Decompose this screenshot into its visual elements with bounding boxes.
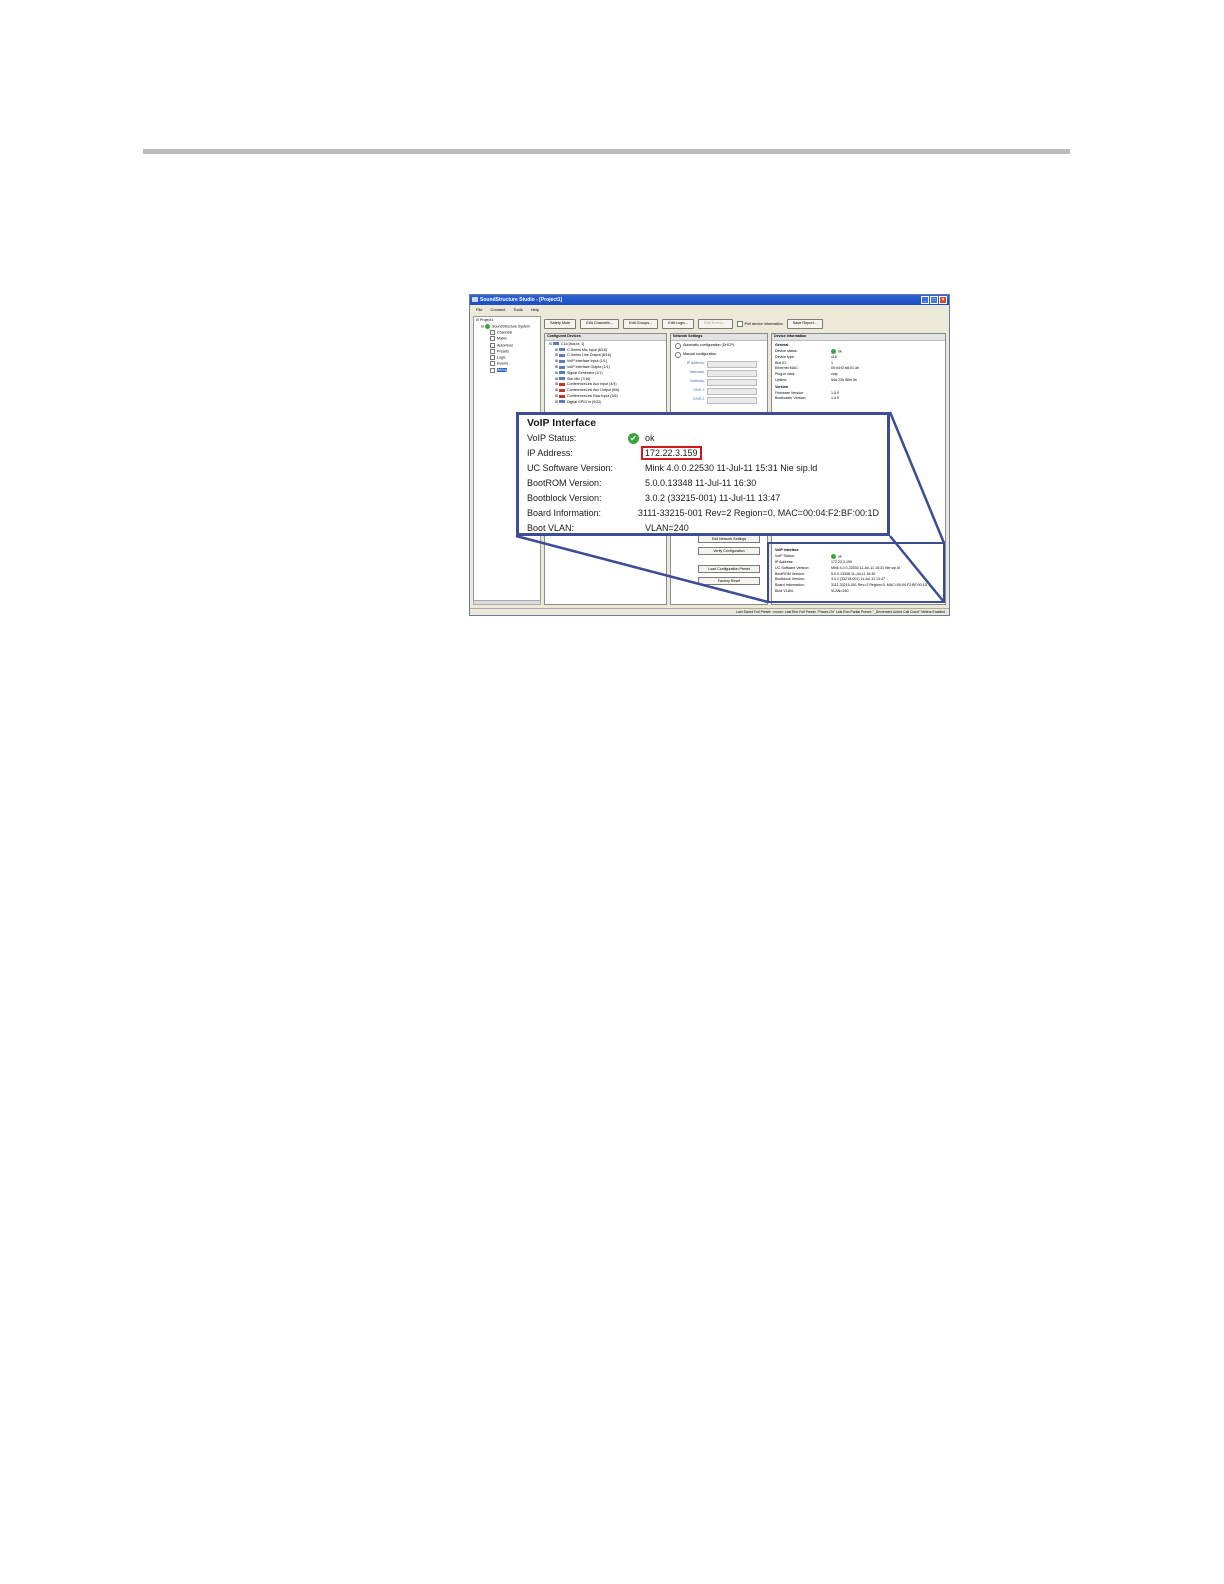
page-header-rule (143, 149, 1070, 154)
poll-device-checkbox[interactable]: Poll device information (736, 321, 783, 327)
zoom-row-uc: UC Software Version: Mink 4.0.0.22530 11-… (527, 463, 818, 473)
app-icon (472, 297, 478, 302)
verify-configuration-button[interactable]: Verify Configuration (698, 547, 760, 555)
ok-icon (485, 323, 491, 329)
info-row: Bootloader Version: 1.4.0 (775, 396, 839, 401)
maximize-icon[interactable]: □ (930, 296, 938, 304)
info-row: Uptime: 54d 23h 56m 5s (775, 378, 857, 383)
toolbar: Safety Mute Edit Channels... Edit Groups… (544, 319, 823, 329)
zoom-row-vlan: Boot VLAN: VLAN=240 (527, 523, 689, 533)
menu-file[interactable]: File (476, 306, 482, 314)
info-row: Boot VLAN: VLAN=240 (775, 589, 849, 594)
dns1-input[interactable] (707, 387, 757, 395)
netmask-input[interactable] (707, 369, 757, 377)
dns2-input[interactable] (707, 396, 757, 404)
safety-mute-button[interactable]: Safety Mute (544, 319, 577, 329)
ok-icon (831, 348, 836, 354)
zoom-row-board: Board Information: 3111-33215-001 Rev=2 R… (527, 508, 879, 518)
ip-address-highlight: 172.22.3.159 (641, 446, 702, 460)
manual-config-radio[interactable]: Manual configuration (675, 351, 763, 358)
dns2-field: DNS 2: (675, 396, 763, 404)
tree-item-wiring[interactable]: Wiring (476, 367, 538, 374)
menu-bar: File Connect Tools Help (470, 306, 949, 314)
edit-network-settings-button[interactable]: Edit Network Settings (698, 535, 760, 543)
load-configuration-preset-button[interactable]: Load Configuration Preset (698, 565, 760, 573)
zoom-row-status: VoIP Status: ✔ ok (527, 433, 655, 445)
edit-channels-button[interactable]: Edit Channels... (580, 319, 620, 329)
window-title: SoundStructure Studio - [Project1] (480, 297, 563, 303)
zoom-title: VoIP Interface (527, 417, 597, 429)
netmask-field: Netmask: (675, 369, 763, 377)
gateway-input[interactable] (707, 378, 757, 386)
edit-logic-button[interactable]: Edit Logic... (662, 319, 695, 329)
device-information-title: Device Information (772, 334, 945, 341)
window-titlebar: SoundStructure Studio - [Project1] _ □ × (470, 295, 949, 305)
zoom-callout-lines (515, 411, 946, 604)
status-bar: Last Saved Full Preset: <none> Last Run … (470, 608, 949, 615)
tree-scrollbar[interactable] (473, 600, 541, 605)
dns1-field: DNS 1: (675, 387, 763, 395)
ip-address-field: IP Address: (675, 360, 763, 368)
zoom-row-bootrom: BootROM Version: 5.0.0.13348 11-Jul-11 16… (527, 478, 757, 488)
edit-groups-button[interactable]: Edit Groups... (623, 319, 659, 329)
menu-tools[interactable]: Tools (513, 306, 522, 314)
ok-icon (831, 553, 836, 559)
minimize-icon[interactable]: _ (921, 296, 929, 304)
menu-connect[interactable]: Connect (490, 306, 505, 314)
device-item[interactable]: ⊞ Digital GPIO In (0/22) (549, 400, 662, 406)
factory-reset-button[interactable]: Factory Reset (698, 577, 760, 585)
network-buttons: Edit Network Settings Verify Configurati… (696, 535, 762, 589)
ip-address-input[interactable] (707, 360, 757, 368)
edit-events-button[interactable]: Edit Events... (698, 319, 733, 329)
zoom-row-bootblock: Bootblock Version: 3.0.2 (33215-001) 11-J… (527, 493, 781, 503)
voip-interface-zoom: VoIP Interface VoIP Status: ✔ ok IP Addre… (516, 412, 890, 536)
configured-devices-title: Configured Devices (545, 334, 666, 341)
save-report-button[interactable]: Save Report... (786, 319, 823, 329)
zoom-row-ip: IP Address: 172.22.3.159 (527, 446, 879, 461)
dhcp-radio[interactable]: Automatic configuration (DHCP) (675, 342, 763, 349)
gateway-field: Gateway: (675, 378, 763, 386)
network-settings-title: Network Settings (671, 334, 767, 341)
menu-help[interactable]: Help (531, 306, 539, 314)
close-icon[interactable]: × (939, 296, 947, 304)
